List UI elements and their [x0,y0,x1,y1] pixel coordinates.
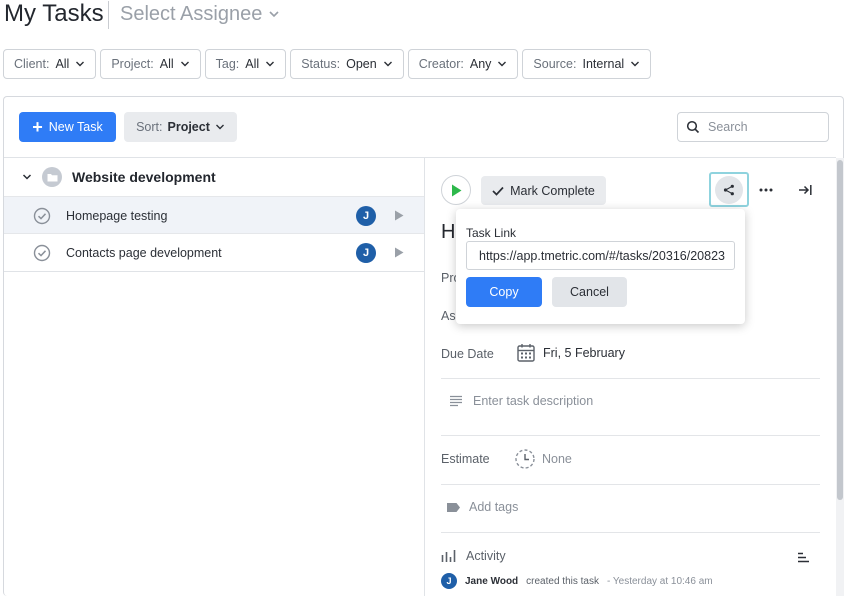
task-title[interactable]: H [441,221,455,244]
activity-sort-button[interactable] [797,550,810,568]
page-title: My Tasks [4,0,104,27]
share-icon [723,184,734,195]
play-icon [451,184,461,196]
add-tags-label: Add tags [469,500,519,514]
panel-divider [424,157,425,596]
divider [441,378,820,379]
project-group-name: Website development [72,169,216,185]
filter-bar: Client: All Project: All Tag: All Status: Op… [3,49,652,79]
more-horizontal-icon [759,188,773,192]
title-divider [108,1,109,29]
estimate-value: None [542,452,572,466]
chevron-down-icon [76,61,85,67]
activity-header: Activity [441,549,506,563]
chevron-down-icon[interactable] [22,172,32,182]
filter-tag[interactable]: Tag: All [204,49,287,79]
folder-icon [42,167,62,187]
assignee-selector[interactable]: Select Assignee [120,0,280,28]
text-lines-icon [450,395,462,407]
task-name: Homepage testing [66,208,168,223]
filter-creator[interactable]: Creator: Any [407,49,519,79]
divider [441,435,820,436]
filter-client[interactable]: Client: All [3,49,97,79]
chevron-down-icon [383,61,392,67]
chevron-down-icon [266,61,275,67]
activity-user: Jane Wood [465,575,519,587]
estimate-field[interactable]: None [514,448,572,470]
search-input[interactable] [708,120,818,134]
sort-lines-icon [798,552,809,563]
share-button[interactable] [709,172,749,207]
chevron-down-icon [269,11,279,18]
avatar: J [356,206,376,226]
description-placeholder: Enter task description [473,394,594,408]
divider [4,271,424,272]
activity-label: Activity [466,549,506,563]
chevron-down-icon [180,61,189,67]
scrollbar-thumb[interactable] [837,160,843,500]
divider [441,532,820,533]
start-timer-button[interactable] [441,175,471,205]
divider [441,484,820,485]
chevron-down-icon [631,61,640,67]
avatar: J [441,573,457,589]
task-link-label: Task Link [466,226,517,240]
project-group-header[interactable]: Website development [4,158,424,196]
clock-dashed-icon [515,449,535,469]
collapse-right-icon [799,185,812,195]
checkmark-icon [492,186,504,196]
due-date-field[interactable]: Fri, 5 February [517,343,625,362]
new-task-button[interactable]: + New Task [19,112,116,142]
activity-time: - Yesterday at 10:46 am [606,575,713,587]
activity-action: created this task [526,575,599,587]
close-panel-button[interactable] [795,180,815,200]
estimate-label: Estimate [441,452,490,466]
check-circle-icon[interactable] [33,244,51,262]
sort-dropdown[interactable]: Sort: Project [124,112,237,142]
filter-source[interactable]: Source: Internal [522,49,652,79]
due-date-value: Fri, 5 February [543,345,625,360]
due-date-label: Due Date [441,347,494,361]
plus-icon: + [32,117,43,137]
search-icon [686,120,700,134]
task-name: Contacts page development [66,245,222,260]
add-tags-field[interactable]: Add tags [446,500,518,514]
filter-status[interactable]: Status: Open [290,49,404,79]
filter-project[interactable]: Project: All [100,49,201,79]
play-icon[interactable] [394,247,404,258]
task-link-input[interactable]: https://app.tmetric.com/#/tasks/20316/20… [466,241,735,270]
play-icon[interactable] [394,210,404,221]
avatar: J [356,243,376,263]
description-field[interactable]: Enter task description [449,394,593,408]
assignee-selector-label: Select Assignee [120,3,263,25]
copy-button[interactable]: Copy [466,277,542,307]
mark-complete-button[interactable]: Mark Complete [481,176,606,205]
calendar-icon [517,344,535,362]
chevron-down-icon [498,61,507,67]
activity-entry: J Jane Wood created this task - Yesterda… [441,573,713,589]
check-circle-icon[interactable] [33,207,51,225]
chevron-down-icon [215,124,224,130]
task-row[interactable]: Homepage testing J [4,196,424,234]
search-box[interactable] [677,112,829,142]
tag-icon [447,502,460,512]
more-options-button[interactable] [755,180,777,200]
task-row[interactable]: Contacts page development J [4,233,424,271]
bar-chart-icon [441,550,456,562]
cancel-button[interactable]: Cancel [552,277,627,307]
